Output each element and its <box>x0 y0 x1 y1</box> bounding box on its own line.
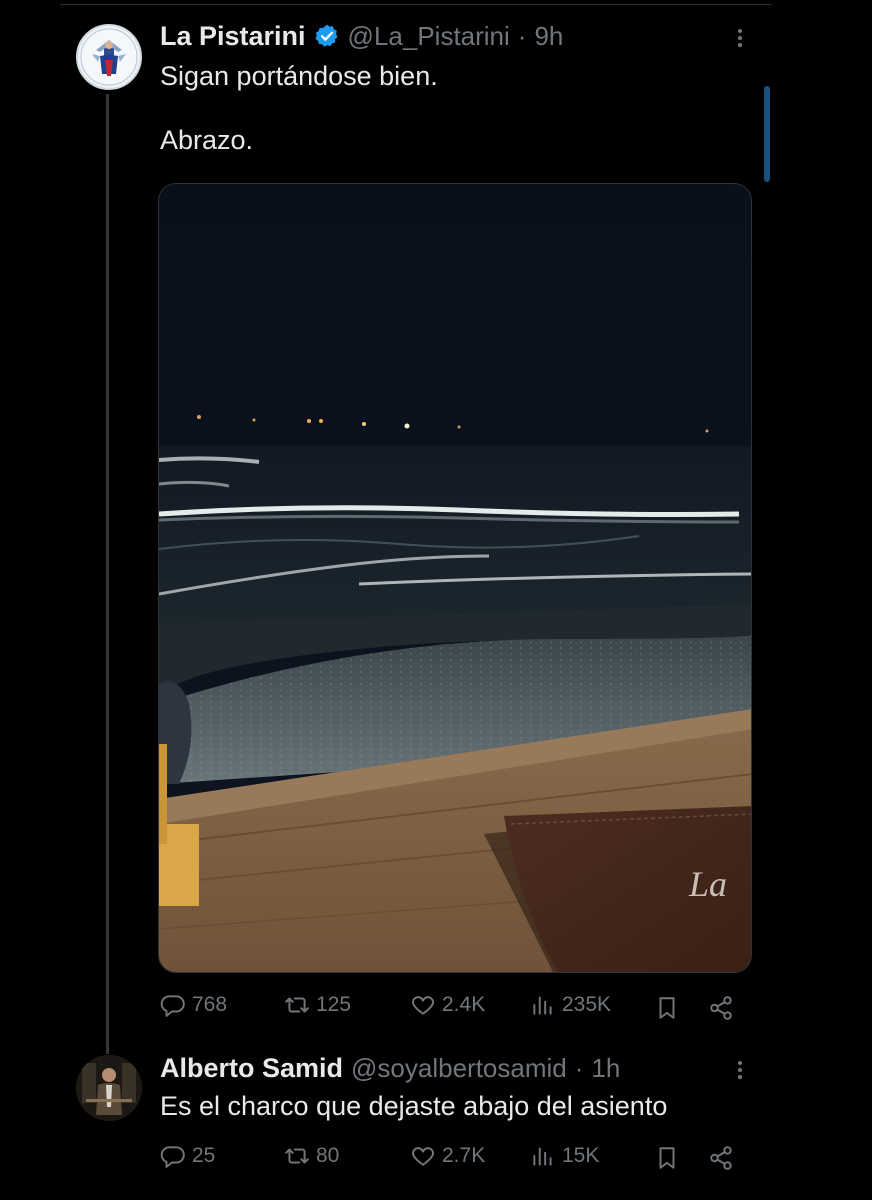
share-button[interactable] <box>708 995 734 1021</box>
reply-like-count: 2.7K <box>442 1144 486 1167</box>
reply-more-options-icon[interactable] <box>728 1058 752 1082</box>
more-options-icon[interactable] <box>728 26 752 50</box>
tweet-media-photo[interactable]: La <box>158 183 752 973</box>
reply-retweet-button[interactable]: 80 <box>284 1143 339 1169</box>
views-icon <box>533 1147 552 1166</box>
reply-bookmark-button[interactable] <box>654 1145 680 1171</box>
verified-badge-icon <box>314 23 340 49</box>
scroll-indicator[interactable] <box>764 86 770 182</box>
retweet-icon <box>285 1148 309 1164</box>
reply-text: Es el charco que dejaste abajo del asien… <box>160 1091 668 1121</box>
avatar-image <box>78 26 140 88</box>
reply-header: Alberto Samid @soyalbertosamid · 1h <box>160 1050 620 1086</box>
reply-share-button[interactable] <box>708 1145 734 1171</box>
reply-icon <box>160 1146 185 1168</box>
bookmark-icon <box>659 1147 675 1169</box>
author-name[interactable]: La Pistarini <box>160 21 306 52</box>
share-icon <box>710 996 732 1020</box>
views-count: 235K <box>562 993 612 1016</box>
reply-reply-count: 25 <box>192 1144 216 1167</box>
retweet-count: 125 <box>316 993 352 1016</box>
reply-avatar-image <box>76 1055 142 1121</box>
reply-reply-button[interactable]: 25 <box>160 1143 215 1169</box>
avatar[interactable] <box>76 24 142 90</box>
thread-line <box>106 94 109 1054</box>
beach-night-photo: La <box>159 184 751 972</box>
like-button[interactable]: 2.4K <box>410 992 485 1018</box>
reply-views-count: 15K <box>562 1144 600 1167</box>
reply-button[interactable]: 768 <box>160 992 227 1018</box>
heart-icon <box>412 996 434 1015</box>
share-icon <box>710 1146 732 1170</box>
views-icon <box>533 996 552 1015</box>
reply-timestamp[interactable]: 1h <box>591 1053 620 1084</box>
separator-dot: · <box>517 20 527 51</box>
author-handle[interactable]: @La_Pistarini <box>348 21 510 52</box>
views-button[interactable]: 235K <box>530 992 611 1018</box>
retweet-button[interactable]: 125 <box>284 992 351 1018</box>
tweet-text: Sigan portándose bien. Abrazo. <box>160 61 438 155</box>
bookmark-button[interactable] <box>654 995 680 1021</box>
heart-icon <box>412 1147 434 1166</box>
tweet-header: La Pistarini @La_Pistarini · 9h <box>160 18 563 54</box>
like-count: 2.4K <box>442 993 486 1016</box>
reply-author-handle[interactable]: @soyalbertosamid <box>351 1053 567 1084</box>
reply-author-name[interactable]: Alberto Samid <box>160 1053 343 1084</box>
reply-views-button[interactable]: 15K <box>530 1143 599 1169</box>
reply-icon <box>160 995 185 1017</box>
bookmark-icon <box>659 997 675 1019</box>
timestamp[interactable]: 9h <box>534 21 563 52</box>
retweet-icon <box>285 997 309 1013</box>
reply-like-button[interactable]: 2.7K <box>410 1143 485 1169</box>
reply-retweet-count: 80 <box>316 1144 340 1167</box>
top-divider <box>60 4 772 5</box>
reply-count: 768 <box>192 993 228 1016</box>
menu-lettering: La <box>688 864 727 904</box>
reply-avatar[interactable] <box>76 1055 142 1121</box>
reply-separator-dot: · <box>574 1052 584 1083</box>
